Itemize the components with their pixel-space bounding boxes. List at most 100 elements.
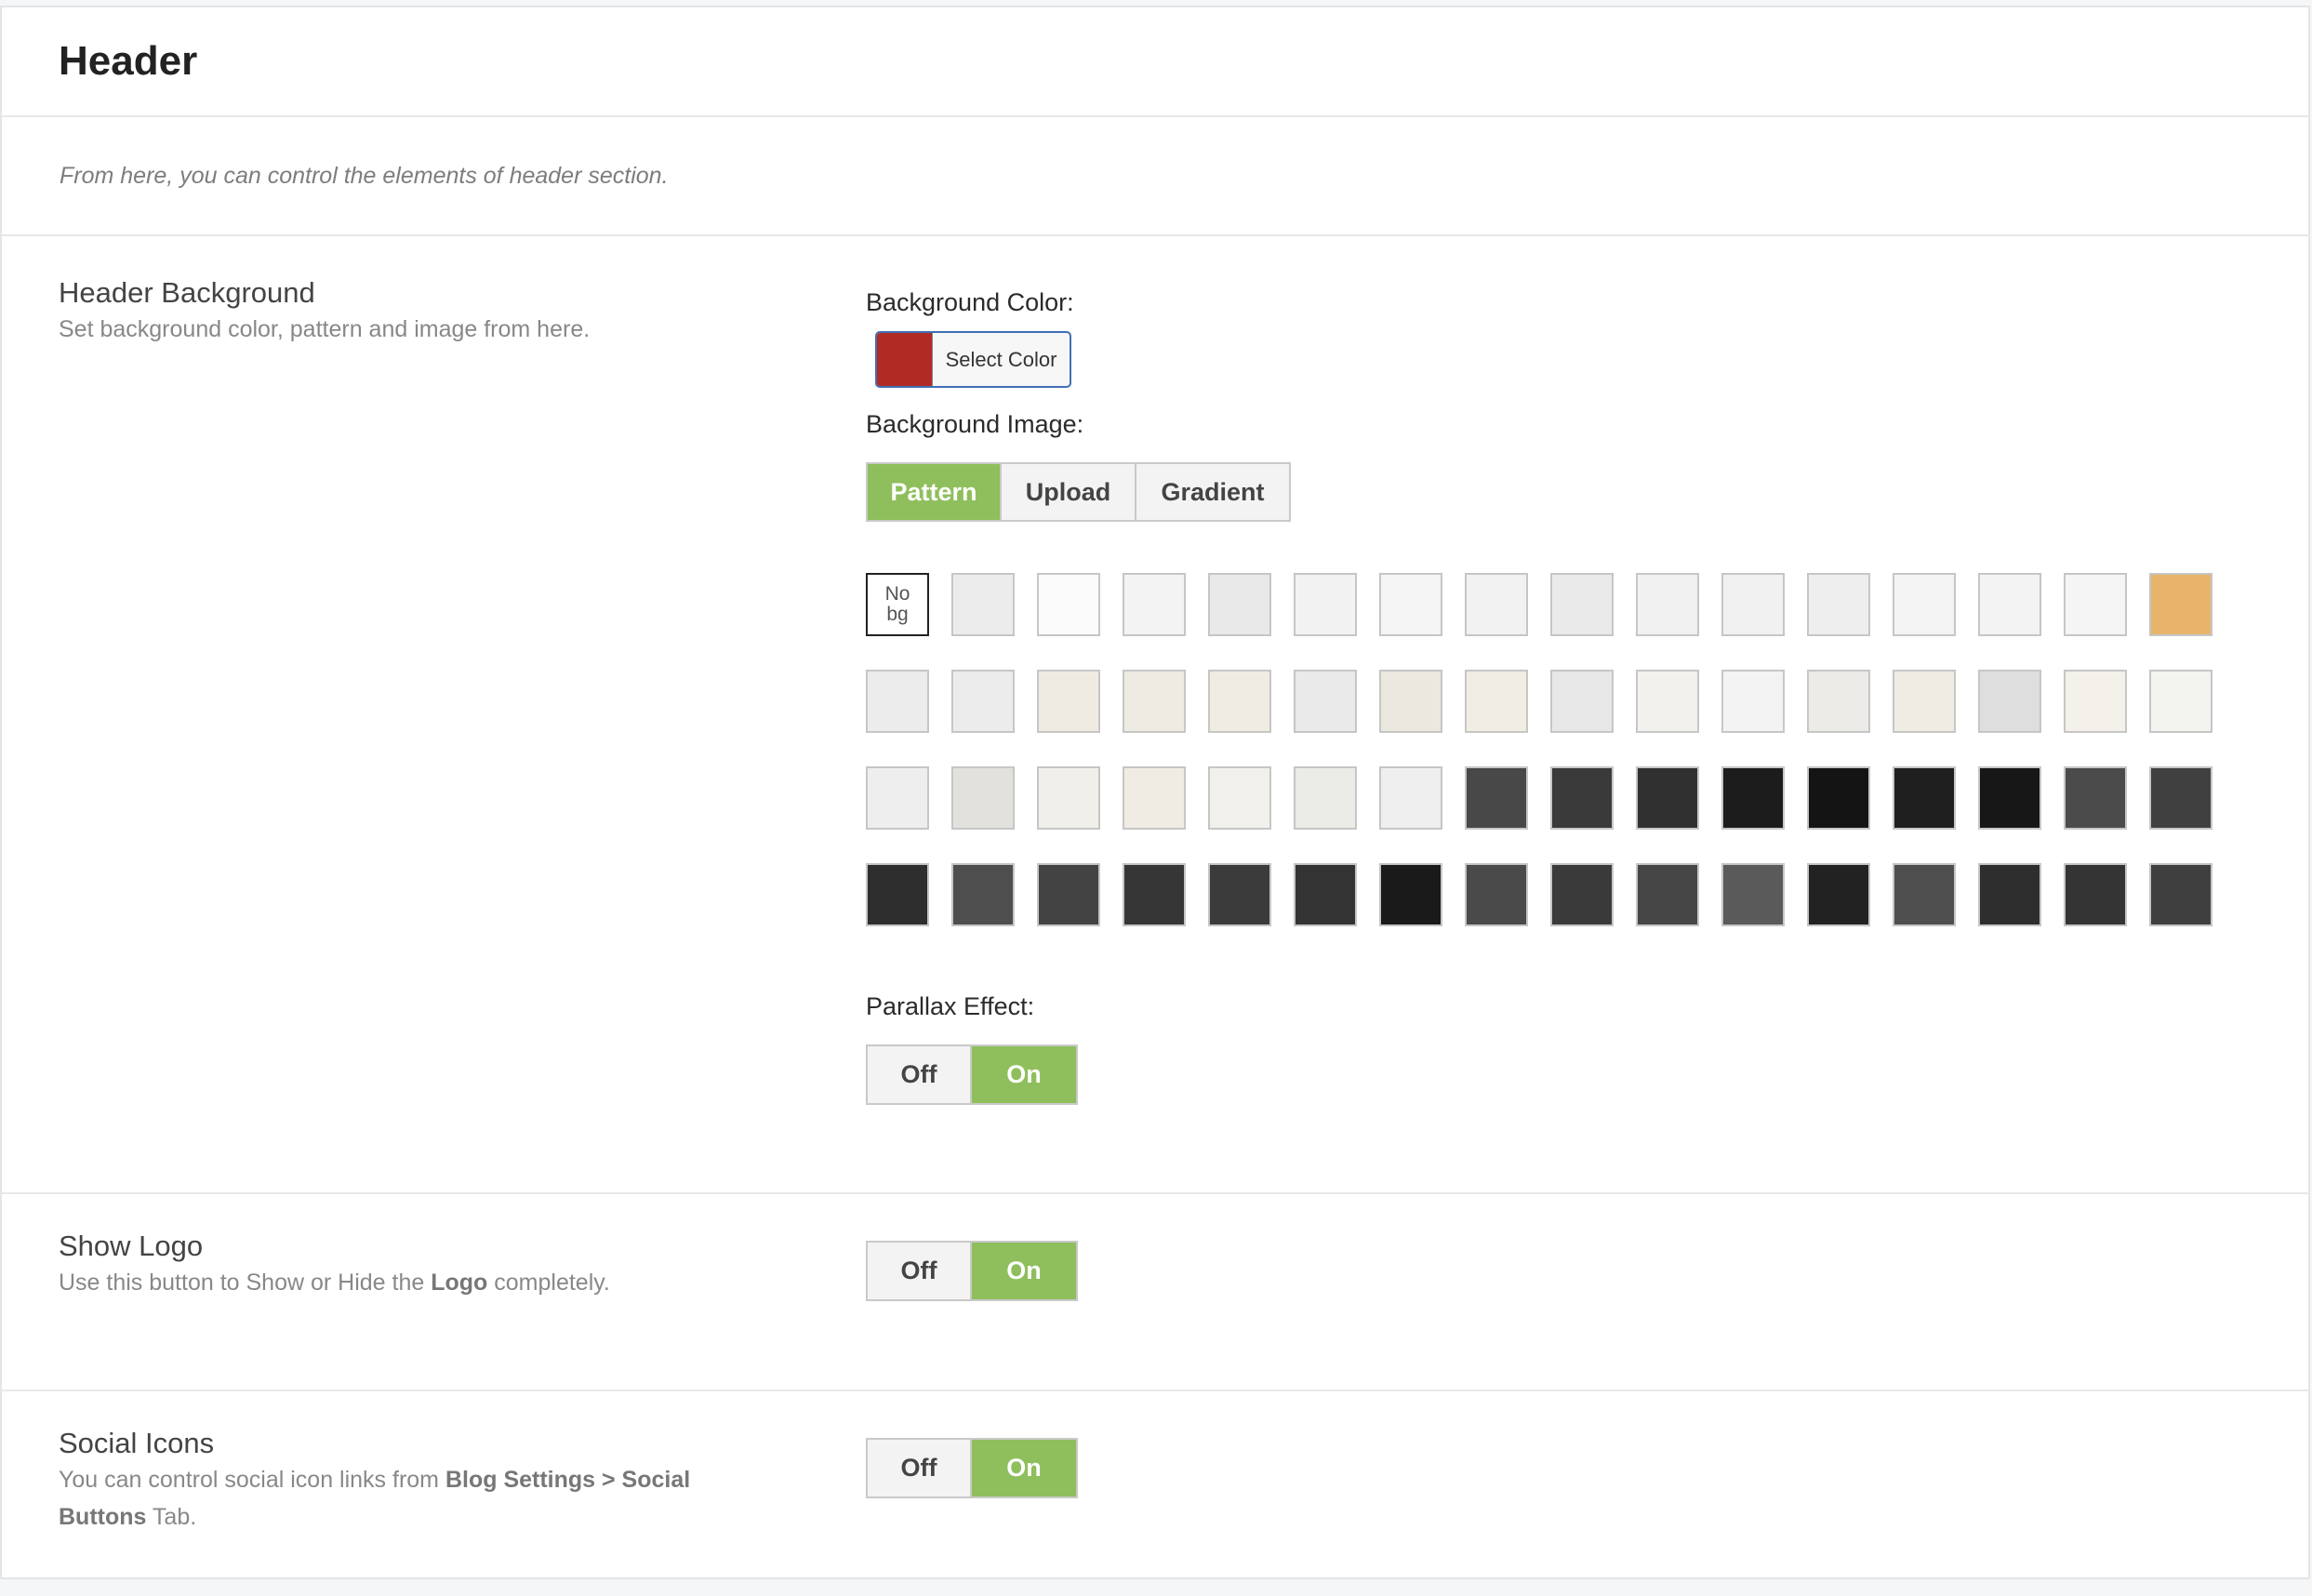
tab-pattern[interactable]: Pattern [868,464,1002,520]
pattern-tile[interactable] [1550,766,1614,830]
pattern-tile[interactable] [1978,863,2041,926]
pattern-tile[interactable] [2149,863,2212,926]
pattern-tile[interactable] [1379,766,1442,830]
background-image-label: Background Image: [866,410,1084,438]
pattern-tile[interactable] [1379,573,1442,636]
select-color-button[interactable]: Select Color [875,331,1071,388]
background-image-tabs: Pattern Upload Gradient [866,462,1291,522]
pattern-tile[interactable] [1294,670,1357,733]
pattern-tile[interactable] [1978,670,2041,733]
pattern-tile[interactable] [1550,573,1614,636]
show-logo-off-button[interactable]: Off [868,1243,972,1299]
parallax-toggle: Off On [866,1044,1078,1105]
header-background-section: Header Background Set background color, … [2,236,2308,1194]
pattern-tile[interactable] [1208,670,1271,733]
pattern-tile[interactable] [1037,670,1100,733]
pattern-tile[interactable] [1721,670,1785,733]
background-color-label: Background Color: [866,288,1074,316]
color-swatch[interactable] [877,333,933,386]
pattern-tile[interactable] [2064,863,2127,926]
show-logo-title: Show Logo [59,1230,204,1262]
pattern-tile[interactable] [1037,573,1100,636]
pattern-tile[interactable] [951,863,1015,926]
pattern-tile[interactable] [1465,573,1528,636]
pattern-tile[interactable] [1893,670,1956,733]
social-icons-subtitle-text: You can control social icon links from [59,1467,445,1493]
page-title: Header [59,38,198,84]
pattern-tile[interactable] [1978,573,2041,636]
pattern-tile[interactable] [1636,573,1699,636]
pattern-tile[interactable] [1978,766,2041,830]
parallax-off-button[interactable]: Off [868,1046,972,1103]
pattern-tile[interactable] [1208,573,1271,636]
social-icons-off-button[interactable]: Off [868,1440,972,1496]
pattern-tile[interactable] [951,766,1015,830]
pattern-tile[interactable] [1465,670,1528,733]
pattern-tile[interactable] [1721,863,1785,926]
pattern-tile[interactable] [866,863,929,926]
tab-gradient[interactable]: Gradient [1136,464,1289,520]
pattern-tile[interactable] [1294,766,1357,830]
panel-header: Header [2,7,2308,117]
tab-upload[interactable]: Upload [1002,464,1136,520]
pattern-tile[interactable] [1550,863,1614,926]
pattern-tile[interactable] [2064,766,2127,830]
pattern-tile[interactable] [2149,670,2212,733]
pattern-tile[interactable] [866,670,929,733]
panel-description: From here, you can control the elements … [2,117,2308,236]
pattern-tile[interactable] [1893,573,1956,636]
pattern-tile[interactable] [1807,863,1870,926]
pattern-tile[interactable] [1893,766,1956,830]
show-logo-subtitle-bold: Logo [431,1270,488,1296]
pattern-tile[interactable] [1721,766,1785,830]
pattern-no-bg[interactable]: No bg [866,573,929,636]
pattern-tile[interactable] [1807,573,1870,636]
social-icons-on-button[interactable]: On [972,1440,1076,1496]
pattern-tile[interactable] [1037,766,1100,830]
pattern-tile[interactable] [1636,766,1699,830]
pattern-tile[interactable] [1037,863,1100,926]
pattern-tile[interactable] [1208,863,1271,926]
social-icons-subtitle-end: Tab. [146,1504,197,1530]
pattern-tile[interactable] [951,670,1015,733]
pattern-tile[interactable] [2064,573,2127,636]
pattern-tile[interactable] [1807,766,1870,830]
pattern-tile[interactable] [1123,863,1186,926]
show-logo-on-button[interactable]: On [972,1243,1076,1299]
pattern-tile[interactable] [866,766,929,830]
show-logo-subtitle-text: Use this button to Show or Hide the [59,1270,432,1296]
pattern-tile[interactable] [1636,670,1699,733]
social-icons-toggle: Off On [866,1438,1078,1498]
show-logo-section: Show Logo Use this button to Show or Hid… [2,1194,2308,1391]
pattern-tile[interactable] [1550,670,1614,733]
pattern-tile[interactable] [1294,573,1357,636]
show-logo-subtitle-end: completely. [487,1270,610,1296]
social-icons-subtitle: You can control social icon links from B… [59,1461,765,1536]
pattern-tile[interactable] [2149,573,2212,636]
select-color-label: Select Color [945,347,1057,371]
parallax-on-button[interactable]: On [972,1046,1076,1103]
header-background-subtitle: Set background color, pattern and image … [59,316,591,342]
pattern-tile[interactable] [1123,670,1186,733]
social-icons-title: Social Icons [59,1427,215,1459]
parallax-effect-label: Parallax Effect: [866,992,1035,1020]
pattern-tile[interactable] [1721,573,1785,636]
pattern-tile[interactable] [1465,863,1528,926]
pattern-tile[interactable] [1379,863,1442,926]
header-settings-panel: Header From here, you can control the el… [0,6,2310,1579]
social-icons-section: Social Icons You can control social icon… [2,1391,2308,1579]
pattern-tile[interactable] [1636,863,1699,926]
description-text: From here, you can control the elements … [60,162,669,189]
pattern-tile[interactable] [1294,863,1357,926]
pattern-tile[interactable] [1208,766,1271,830]
pattern-tile[interactable] [1893,863,1956,926]
pattern-tile[interactable] [951,573,1015,636]
show-logo-subtitle: Use this button to Show or Hide the Logo… [59,1264,610,1301]
pattern-tile[interactable] [1465,766,1528,830]
pattern-tile[interactable] [1123,573,1186,636]
pattern-tile[interactable] [1379,670,1442,733]
pattern-tile[interactable] [1123,766,1186,830]
pattern-tile[interactable] [1807,670,1870,733]
pattern-tile[interactable] [2064,670,2127,733]
pattern-tile[interactable] [2149,766,2212,830]
